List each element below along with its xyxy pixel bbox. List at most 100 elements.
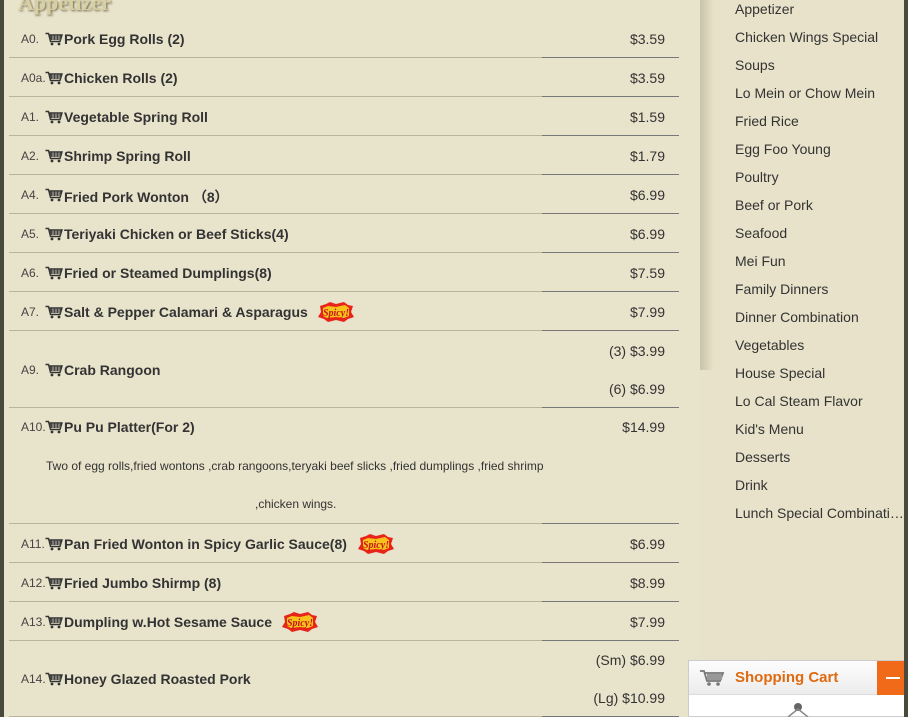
- item-name[interactable]: Dumpling w.Hot Sesame Sauce: [64, 614, 272, 630]
- item-name[interactable]: Fried Jumbo Shirmp (8): [64, 575, 221, 591]
- item-name[interactable]: Vegetable Spring Roll: [64, 109, 208, 125]
- sidebar-category-link[interactable]: Poultry: [735, 169, 905, 185]
- sidebar-category-link[interactable]: Mei Fun: [735, 253, 905, 269]
- menu-item-row: A12. Fried Jumbo Shirmp (8) $8.99: [9, 563, 679, 602]
- sidebar-category-link[interactable]: Lo Cal Steam Flavor: [735, 393, 905, 409]
- item-name[interactable]: Honey Glazed Roasted Pork: [64, 671, 251, 687]
- menu-item-row: A13. Dumpling w.Hot Sesame Sauce Spicy! $7.…: [9, 602, 679, 641]
- item-name[interactable]: Chicken Rolls (2): [64, 70, 178, 86]
- item-code: A11.: [21, 537, 45, 551]
- item-code: A4.: [21, 188, 40, 202]
- menu-item-row: A14. Honey Glazed Roasted Pork (Sm) $6.99 (…: [9, 641, 679, 717]
- sidebar-category-link[interactable]: Lunch Special Combination: [735, 505, 905, 521]
- item-name[interactable]: Salt & Pepper Calamari & Asparagus: [64, 304, 308, 320]
- item-price: $6.99: [629, 536, 665, 552]
- item-price: $1.79: [629, 148, 665, 164]
- add-to-cart-icon[interactable]: [45, 615, 63, 629]
- spicy-badge-icon: Spicy!: [318, 302, 354, 322]
- item-description: Two of egg rolls,fried wontons ,crab ran…: [46, 459, 544, 473]
- shopping-cart-icon: [700, 670, 725, 686]
- item-name[interactable]: Teriyaki Chicken or Beef Sticks(4): [64, 226, 289, 242]
- menu-item-row: A0. Pork Egg Rolls (2) $3.59: [9, 19, 679, 58]
- sidebar-shadow: [700, 0, 714, 370]
- item-price-large: (6) $6.99: [608, 381, 665, 397]
- add-to-cart-icon[interactable]: [45, 420, 63, 434]
- item-price: $3.59: [629, 70, 665, 86]
- item-code: A10.: [21, 420, 46, 434]
- add-to-cart-icon[interactable]: [45, 363, 63, 377]
- item-code: A2.: [21, 149, 40, 163]
- shopping-cart-title: Shopping Cart: [735, 669, 839, 686]
- menu-page: Appetizer A0. Pork Egg Rolls (2) $3.59 A0a.…: [0, 0, 908, 717]
- add-to-cart-icon[interactable]: [45, 576, 63, 590]
- sidebar-category-link[interactable]: Chicken Wings Special: [735, 29, 905, 45]
- item-name[interactable]: Pu Pu Platter(For 2): [64, 419, 195, 435]
- add-to-cart-icon[interactable]: [45, 266, 63, 280]
- cart-collapse-icon[interactable]: [786, 701, 810, 717]
- sidebar-category-link[interactable]: Soups: [735, 57, 905, 73]
- spicy-badge-icon: Spicy!: [282, 612, 318, 632]
- add-to-cart-icon[interactable]: [45, 110, 63, 124]
- item-price: $14.99: [622, 419, 665, 435]
- item-price: $7.99: [629, 304, 665, 320]
- item-name[interactable]: Shrimp Spring Roll: [64, 148, 191, 164]
- item-price: $6.99: [629, 226, 665, 242]
- item-name[interactable]: Crab Rangoon: [64, 362, 160, 378]
- menu-item-row: A1. Vegetable Spring Roll $1.59: [9, 97, 679, 136]
- sidebar-category-link[interactable]: Drink: [735, 477, 905, 493]
- item-code: A0.: [21, 32, 40, 46]
- sidebar-category-link[interactable]: Vegetables: [735, 337, 905, 353]
- add-to-cart-icon[interactable]: [45, 149, 63, 163]
- sidebar-category-link[interactable]: Family Dinners: [735, 281, 905, 297]
- item-price: $6.99: [629, 187, 665, 203]
- item-price: $7.59: [629, 265, 665, 281]
- item-code: A0a.: [21, 71, 46, 85]
- shopping-cart-header[interactable]: Shopping Cart: [689, 661, 908, 695]
- item-code: A13.: [21, 615, 46, 629]
- item-price: $1.59: [629, 109, 665, 125]
- sidebar-category-link[interactable]: Kid's Menu: [735, 421, 905, 437]
- item-price: $3.59: [629, 31, 665, 47]
- menu-item-row: A5. Teriyaki Chicken or Beef Sticks(4) $6.…: [9, 214, 679, 253]
- right-border: [904, 0, 908, 717]
- sidebar-category-link[interactable]: Dinner Combination: [735, 309, 905, 325]
- item-name[interactable]: Pan Fried Wonton in Spicy Garlic Sauce(8…: [64, 536, 347, 552]
- item-name[interactable]: Fried or Steamed Dumplings(8): [64, 265, 272, 281]
- add-to-cart-icon[interactable]: [45, 537, 63, 551]
- item-price: $8.99: [629, 575, 665, 591]
- item-code: A14.: [21, 672, 46, 686]
- item-name[interactable]: Fried Pork Wonton （8）: [64, 187, 229, 207]
- sidebar-category-link[interactable]: House Special: [735, 365, 905, 381]
- menu-item-row: A0a. Chicken Rolls (2) $3.59: [9, 58, 679, 97]
- item-price-large: (Lg) $10.99: [593, 690, 665, 706]
- item-code: A6.: [21, 266, 40, 280]
- add-to-cart-icon[interactable]: [45, 672, 63, 686]
- sidebar-category-link[interactable]: Fried Rice: [735, 113, 905, 129]
- item-price-small: (Sm) $6.99: [595, 652, 665, 668]
- sidebar-category-link[interactable]: Desserts: [735, 449, 905, 465]
- sidebar-category-link[interactable]: Beef or Pork: [735, 197, 905, 213]
- menu-item-row: A11. Pan Fried Wonton in Spicy Garlic Sau…: [9, 524, 679, 563]
- sidebar-category-link[interactable]: Egg Foo Young: [735, 141, 905, 157]
- sidebar-category-link[interactable]: Appetizer: [735, 1, 905, 17]
- shopping-cart-widget[interactable]: Shopping Cart: [688, 660, 908, 717]
- item-description-continued: ,chicken wings.: [255, 497, 337, 511]
- add-to-cart-icon[interactable]: [45, 71, 63, 85]
- add-to-cart-icon[interactable]: [45, 305, 63, 319]
- item-price: $7.99: [629, 614, 665, 630]
- spicy-badge-icon: Spicy!: [358, 534, 394, 554]
- item-code: A7.: [21, 305, 40, 319]
- category-sidebar: Appetizer Chicken Wings Special Soups Lo Me…: [714, 0, 905, 717]
- item-name[interactable]: Pork Egg Rolls (2): [64, 31, 185, 47]
- sidebar-category-link[interactable]: Lo Mein or Chow Mein: [735, 85, 905, 101]
- add-to-cart-icon[interactable]: [45, 227, 63, 241]
- svg-text:Spicy!: Spicy!: [287, 618, 313, 629]
- item-code: A5.: [21, 227, 40, 241]
- add-to-cart-icon[interactable]: [45, 188, 63, 202]
- sidebar-category-link[interactable]: Seafood: [735, 225, 905, 241]
- item-code: A9.: [21, 363, 40, 377]
- item-code: A1.: [21, 110, 40, 124]
- menu-item-row: A4. Fried Pork Wonton （8） $6.99: [9, 175, 679, 214]
- section-title: Appetizer: [18, 0, 111, 15]
- add-to-cart-icon[interactable]: [45, 32, 63, 46]
